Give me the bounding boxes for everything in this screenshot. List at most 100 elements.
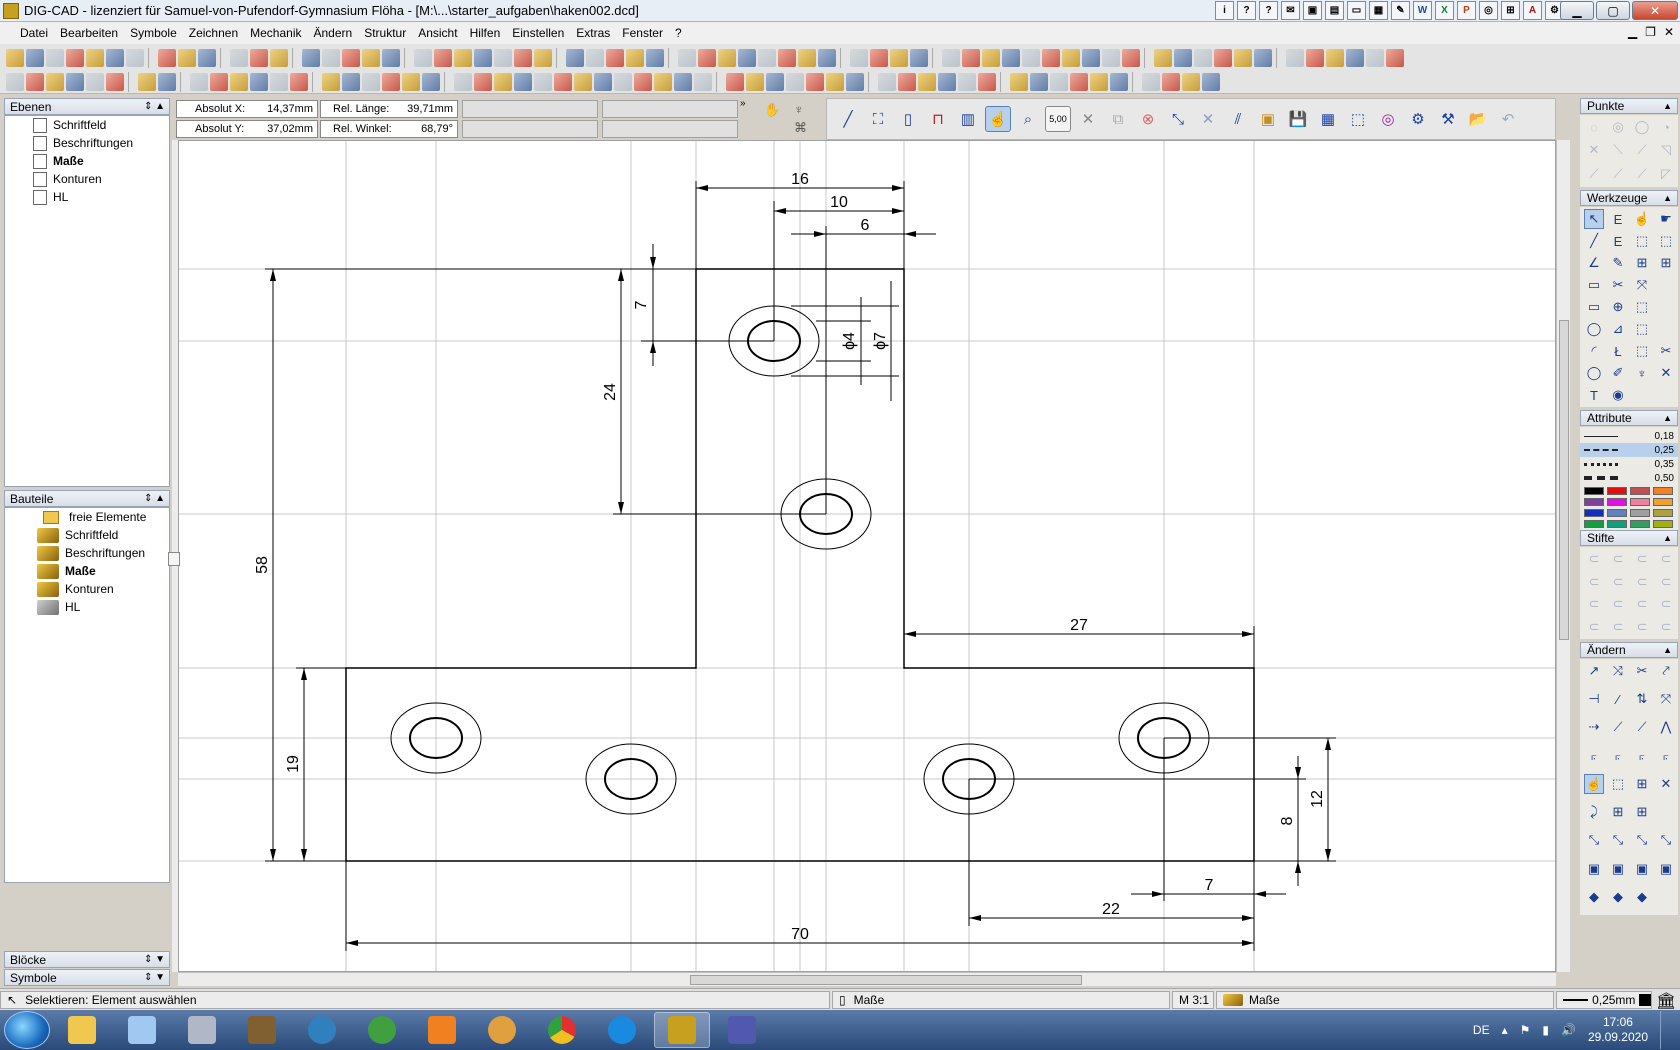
color-swatch[interactable]	[1607, 509, 1627, 517]
toolbar-tool-icon[interactable]	[738, 49, 756, 67]
layer-item[interactable]: Maße	[5, 152, 169, 170]
toolbar-tool-icon[interactable]	[106, 49, 124, 67]
toolbar-tool-icon[interactable]	[250, 49, 268, 67]
tool-icon[interactable]: ✎	[1608, 253, 1628, 273]
zoom-window-icon[interactable]: ⛶	[865, 106, 891, 132]
toolbar-tool-icon[interactable]	[1102, 49, 1120, 67]
close-button[interactable]: ✕	[1632, 1, 1678, 20]
color-swatch[interactable]	[1607, 498, 1627, 506]
toolbar-tool-icon[interactable]	[1062, 49, 1080, 67]
toolbar-tool-icon[interactable]	[514, 73, 532, 91]
toolbar-tool-icon[interactable]	[1182, 73, 1200, 91]
tool-icon[interactable]: ◌	[1584, 117, 1604, 137]
tool-icon[interactable]: ⟋	[1584, 164, 1604, 184]
tool-icon[interactable]: ⊂	[1656, 594, 1676, 614]
network-icon[interactable]: ▮	[1542, 1023, 1549, 1037]
toolbar-tool-icon[interactable]	[878, 73, 896, 91]
tool-icon[interactable]: ⊞	[1608, 802, 1628, 822]
taskbar-paint[interactable]	[474, 1012, 530, 1048]
tool-icon[interactable]: ⤸	[1584, 802, 1604, 822]
collapse-icon[interactable]: ▲	[1663, 413, 1672, 423]
tool-icon[interactable]: ▭	[1584, 275, 1604, 295]
tool-icon[interactable]: ⊂	[1584, 617, 1604, 637]
toolbar-tool-icon[interactable]	[910, 49, 928, 67]
toolbar-tool-icon[interactable]	[1154, 49, 1172, 67]
taskbar-edge[interactable]	[594, 1012, 650, 1048]
tool-icon[interactable]: E	[1608, 209, 1628, 229]
tool-icon[interactable]: ☝	[1632, 209, 1652, 229]
trim-icon[interactable]: ⫽	[1225, 106, 1251, 132]
toolbar-tool-icon[interactable]	[1286, 49, 1304, 67]
cross-icon[interactable]: ✕	[1195, 106, 1221, 132]
tool-icon[interactable]: ⟋	[1608, 717, 1628, 737]
bauteile-header[interactable]: Bauteile ⇕ ▲	[4, 490, 170, 507]
tool-icon[interactable]: ⊂	[1608, 617, 1628, 637]
app-switch-icon[interactable]: ⊞	[1501, 1, 1520, 20]
tool-icon[interactable]: ⊂	[1584, 549, 1604, 569]
toolbar-tool-icon[interactable]	[594, 73, 612, 91]
input-field-2[interactable]	[462, 120, 598, 138]
tool-icon[interactable]: ⊂	[1584, 572, 1604, 592]
undo-icon[interactable]: ↶	[1495, 106, 1521, 132]
cancel-icon[interactable]: ⊗	[1135, 106, 1161, 132]
tool-icon[interactable]: ⤡	[1584, 830, 1604, 850]
color-swatch[interactable]	[1607, 487, 1627, 495]
expand-chevron-icon[interactable]: »	[740, 98, 746, 109]
tool-icon[interactable]: ⊂	[1584, 594, 1604, 614]
panel-toggle-icon[interactable]: ⇕ ▲	[144, 101, 165, 112]
toolbar-tool-icon[interactable]	[574, 73, 592, 91]
toolbar-tool-icon[interactable]	[1110, 73, 1128, 91]
tool-icon[interactable]: ⇅	[1632, 689, 1652, 709]
toolbar-tool-icon[interactable]	[826, 73, 844, 91]
toolbar-tool-icon[interactable]	[270, 73, 288, 91]
toolbar-tool-icon[interactable]	[1090, 73, 1108, 91]
image-icon[interactable]: ▣	[1303, 1, 1322, 20]
tool-icon[interactable]: ⊣	[1584, 689, 1604, 709]
toolbar-tool-icon[interactable]	[606, 49, 624, 67]
tool-icon[interactable]: ⊞	[1632, 253, 1652, 273]
toolbar-tool-icon[interactable]	[322, 49, 340, 67]
taskbar-media[interactable]	[414, 1012, 470, 1048]
layer-item[interactable]: HL	[5, 188, 169, 206]
toolbar-tool-icon[interactable]	[26, 73, 44, 91]
linewidth-option[interactable]: 0,50	[1580, 471, 1678, 485]
toolbar-tool-icon[interactable]	[806, 73, 824, 91]
tool-icon[interactable]: ⤡	[1608, 830, 1628, 850]
tool-icon[interactable]: ↗	[1584, 661, 1604, 681]
toolbar-tool-icon[interactable]	[1174, 49, 1192, 67]
color-swatch[interactable]	[1607, 520, 1627, 528]
tool-icon[interactable]: Ł	[1608, 341, 1628, 361]
bucket-icon[interactable]: ♆	[794, 102, 804, 117]
attribute-header[interactable]: Attribute ▲	[1580, 410, 1678, 426]
start-button[interactable]	[4, 1011, 50, 1049]
toolbar-tool-icon[interactable]	[494, 73, 512, 91]
status-layer[interactable]: ▯ Maße	[832, 991, 1170, 1009]
tool-icon[interactable]: ✕	[1656, 774, 1676, 794]
toolbar-tool-icon[interactable]	[46, 49, 64, 67]
toolbar-tool-icon[interactable]	[942, 49, 960, 67]
tool-icon[interactable]: ▣	[1584, 859, 1604, 879]
toolbar-tool-icon[interactable]	[534, 49, 552, 67]
toolbar-tool-icon[interactable]	[718, 49, 736, 67]
absolute-x-field[interactable]: Absolut X: 14,37mm	[176, 100, 318, 118]
toolbar-tool-icon[interactable]	[698, 49, 716, 67]
toolbar-tool-icon[interactable]	[1366, 49, 1384, 67]
layer-item[interactable]: Beschriftungen	[5, 134, 169, 152]
bauteil-item[interactable]: Maße	[5, 562, 169, 580]
minimize-button[interactable]: ▁	[1560, 1, 1594, 20]
toolbar-tool-icon[interactable]	[678, 49, 696, 67]
toolbar-tool-icon[interactable]	[1022, 49, 1040, 67]
pdf-icon[interactable]: A	[1523, 1, 1542, 20]
collapse-icon[interactable]: ▲	[1663, 533, 1672, 543]
menu-6[interactable]: Struktur	[358, 26, 412, 40]
color-swatch[interactable]	[1653, 487, 1673, 495]
tool-icon[interactable]: ◆	[1584, 887, 1604, 907]
toolbar-tool-icon[interactable]	[1122, 49, 1140, 67]
toolbar-tool-icon[interactable]	[786, 73, 804, 91]
toolbar-tool-icon[interactable]	[454, 73, 472, 91]
bauteil-item[interactable]: Konturen	[5, 580, 169, 598]
tool-icon[interactable]: ⊂	[1608, 572, 1628, 592]
tool-icon[interactable]: E	[1608, 231, 1628, 251]
menu-3[interactable]: Zeichnen	[183, 26, 244, 40]
toolbar-tool-icon[interactable]	[1010, 73, 1028, 91]
